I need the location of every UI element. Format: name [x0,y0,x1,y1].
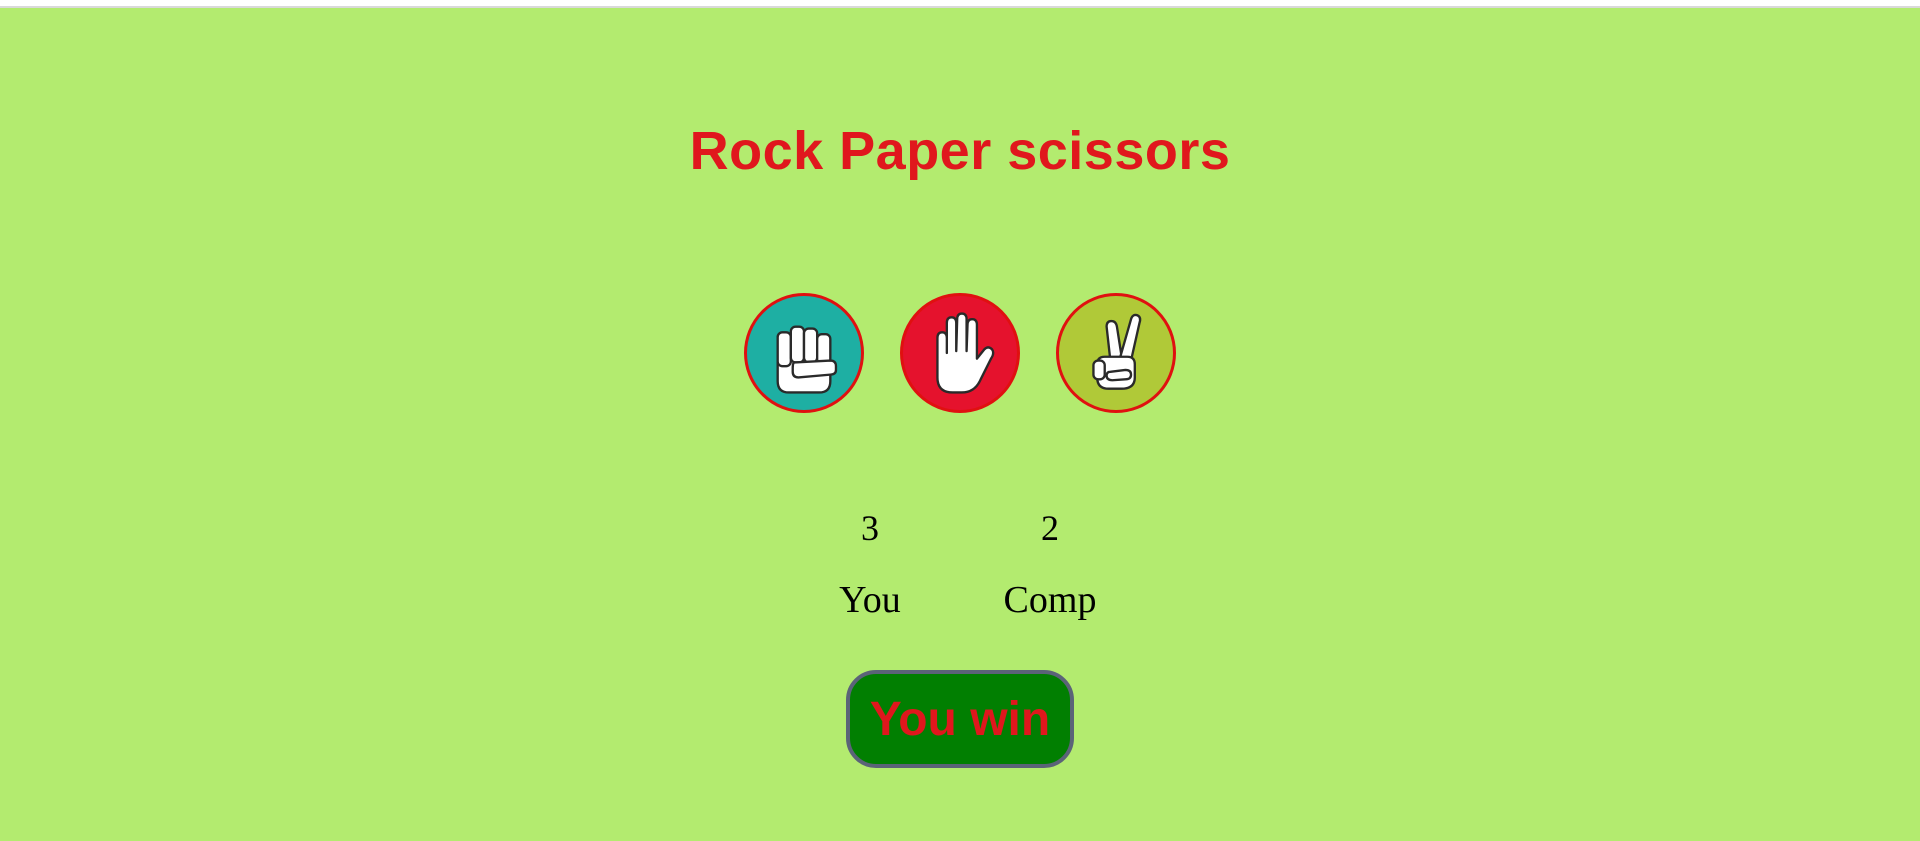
user-score: 3 [861,508,879,548]
comp-score-label: Comp [1003,579,1097,621]
browser-top-strip [0,0,1920,8]
scoreboard: 3 You 2 Comp [0,500,1920,622]
result-container: You win [0,670,1920,768]
paper-choice[interactable] [900,293,1020,413]
comp-score-box: 2 Comp [990,500,1110,622]
game-container: Rock Paper scissors 3 You 2 Comp You win [0,10,1920,841]
scissors-hand-icon [1092,313,1142,390]
result-message: You win [845,670,1075,768]
rock-choice[interactable] [744,293,864,413]
rock-fist-icon [776,325,838,394]
paper-hand-icon [936,312,995,394]
scissors-choice[interactable] [1056,293,1176,413]
user-score-label: You [839,579,901,621]
page-title: Rock Paper scissors [689,121,1231,181]
comp-score: 2 [1041,508,1059,548]
user-score-box: 3 You [810,500,930,622]
choices-row [0,293,1920,413]
